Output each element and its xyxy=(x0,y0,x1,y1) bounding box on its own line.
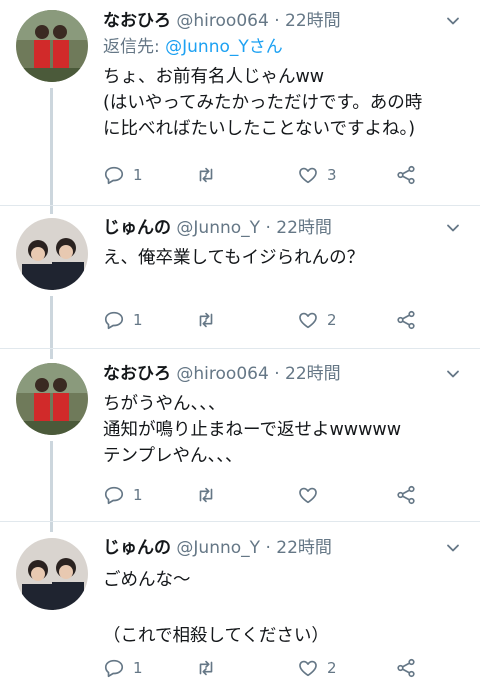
display-name[interactable]: なおひろ xyxy=(103,11,171,31)
separator-dot: · xyxy=(274,11,280,31)
timestamp[interactable]: 22時間 xyxy=(276,218,332,238)
tweet-header: なおひろ @hiroo064 · 22時間 xyxy=(103,361,466,387)
tweet-actions: 1 xyxy=(103,482,433,508)
tweet[interactable]: じゅんの @Junno_Y · 22時間 ごめんな〜 （これで相殺してください）… xyxy=(0,522,480,678)
share-icon xyxy=(397,165,415,185)
share-button[interactable] xyxy=(395,655,417,681)
reply-count: 1 xyxy=(133,659,143,677)
avatar[interactable] xyxy=(16,218,88,290)
user-handle[interactable]: @hiroo064 xyxy=(176,364,268,384)
tweet[interactable]: なおひろ @hiroo064 · 22時間 ちがうやん、、、 通知が鳴り止まねー… xyxy=(0,349,480,521)
display-name[interactable]: じゅんの xyxy=(103,538,171,558)
timestamp[interactable]: 22時間 xyxy=(276,538,332,558)
reply-button[interactable]: 1 xyxy=(103,482,143,508)
caret-down-icon[interactable] xyxy=(444,539,462,557)
reply-to-prefix: 返信先: xyxy=(103,37,166,57)
tweet-text-line xyxy=(103,593,466,623)
user-handle[interactable]: @Junno_Y xyxy=(176,218,260,238)
like-count: 2 xyxy=(327,659,337,677)
share-icon xyxy=(397,658,415,678)
share-button[interactable] xyxy=(395,482,417,508)
like-icon xyxy=(299,660,317,677)
tweet-actions: 1 3 xyxy=(103,162,433,188)
timestamp[interactable]: 22時間 xyxy=(285,364,341,384)
share-icon xyxy=(397,310,415,330)
display-name[interactable]: じゅんの xyxy=(103,218,171,238)
tweet-actions: 1 2 xyxy=(103,655,433,681)
share-button[interactable] xyxy=(395,162,417,188)
tweet-text-line: ごめんな〜 xyxy=(103,570,191,590)
retweet-icon xyxy=(199,312,213,328)
like-count: 3 xyxy=(327,166,337,184)
like-button[interactable] xyxy=(297,482,327,508)
reply-button[interactable]: 1 xyxy=(103,655,143,681)
separator-dot: · xyxy=(265,218,271,238)
reply-button[interactable]: 1 xyxy=(103,162,143,188)
tweet-header: じゅんの @Junno_Y · 22時間 xyxy=(103,215,466,241)
mention-link[interactable]: @Junno_Yさん xyxy=(165,37,283,57)
display-name[interactable]: なおひろ xyxy=(103,364,171,384)
reply-icon xyxy=(104,166,124,185)
tweet-text-line: え、俺卒業してもイジられんの？ xyxy=(103,248,365,268)
separator-dot: · xyxy=(274,364,280,384)
caret-down-icon[interactable] xyxy=(444,12,462,30)
tweet-header: じゅんの @Junno_Y · 22時間 xyxy=(103,535,466,561)
retweet-icon xyxy=(199,660,213,676)
separator-dot: · xyxy=(265,538,271,558)
reply-icon xyxy=(104,311,124,330)
tweet-text: ちがうやん、、、 通知が鳴り止まねーで返せよwwwww テンプレやん、、、 xyxy=(103,391,466,469)
tweet-text-line: (はいやってみたかっただけです。あの時 xyxy=(103,93,423,113)
tweet-text: え、俺卒業してもイジられんの？ xyxy=(103,245,466,271)
like-button[interactable]: 2 xyxy=(297,655,337,681)
tweet-text-line: ちがうやん、、、 xyxy=(103,394,226,414)
reply-count: 1 xyxy=(133,166,143,184)
retweet-icon xyxy=(199,167,213,183)
tweet-text-line: 通知が鳴り止まねーで返せよwwwww xyxy=(103,420,402,440)
retweet-button[interactable] xyxy=(195,655,225,681)
tweet-text: ちょ、お前有名人じゃんww (はいやってみたかっただけです。あの時 に比べればた… xyxy=(103,64,466,142)
retweet-button[interactable] xyxy=(195,162,225,188)
like-icon xyxy=(299,167,317,184)
reply-icon xyxy=(104,659,124,678)
retweet-button[interactable] xyxy=(195,307,225,333)
share-button[interactable] xyxy=(395,307,417,333)
like-icon xyxy=(299,487,317,504)
tweet-actions: 1 2 xyxy=(103,307,433,333)
share-icon xyxy=(397,485,415,505)
caret-down-icon[interactable] xyxy=(444,365,462,383)
retweet-icon xyxy=(199,487,213,503)
tweet[interactable]: じゅんの @Junno_Y · 22時間 え、俺卒業してもイジられんの？ 1 2 xyxy=(0,206,480,348)
reply-to-line: 返信先: @Junno_Yさん xyxy=(103,34,466,60)
tweet-text-line: に比べればたいしたことないですよね。) xyxy=(103,119,416,139)
like-count: 2 xyxy=(327,311,337,329)
user-handle[interactable]: @Junno_Y xyxy=(176,538,260,558)
tweet-text: ごめんな〜 （これで相殺してください） xyxy=(103,567,466,649)
caret-down-icon[interactable] xyxy=(444,219,462,237)
avatar[interactable] xyxy=(16,10,88,82)
tweet[interactable]: なおひろ @hiroo064 · 22時間 返信先: @Junno_Yさん ちょ… xyxy=(0,0,480,205)
tweet-text-line: テンプレやん、、、 xyxy=(103,446,243,466)
reply-button[interactable]: 1 xyxy=(103,307,143,333)
like-button[interactable]: 3 xyxy=(297,162,337,188)
avatar[interactable] xyxy=(16,538,88,610)
timestamp[interactable]: 22時間 xyxy=(285,11,341,31)
reply-icon xyxy=(104,486,124,505)
tweet-header: なおひろ @hiroo064 · 22時間 xyxy=(103,8,466,34)
reply-count: 1 xyxy=(133,486,143,504)
like-button[interactable]: 2 xyxy=(297,307,337,333)
tweet-text-line: ちょ、お前有名人じゃんww xyxy=(103,67,325,87)
like-icon xyxy=(299,312,317,329)
reply-count: 1 xyxy=(133,311,143,329)
tweet-text-line: （これで相殺してください） xyxy=(103,626,329,646)
user-handle[interactable]: @hiroo064 xyxy=(176,11,268,31)
retweet-button[interactable] xyxy=(195,482,225,508)
avatar[interactable] xyxy=(16,363,88,435)
